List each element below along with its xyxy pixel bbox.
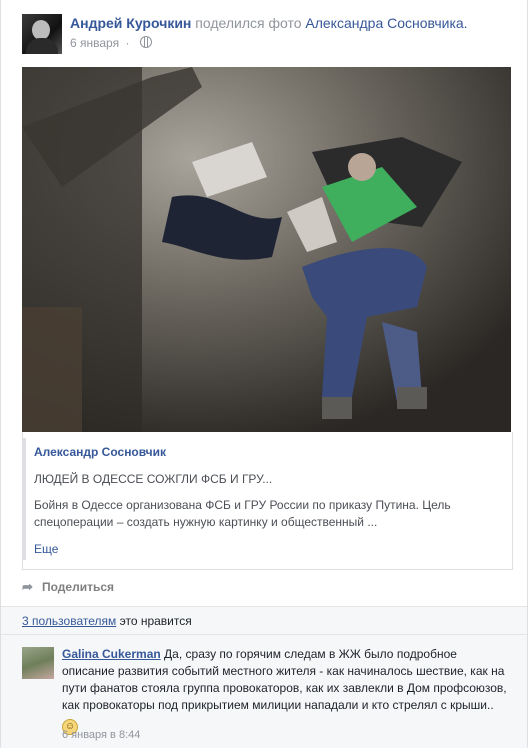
likes-suffix: это нравится xyxy=(119,614,192,628)
likes-summary: 3 пользователям это нравится xyxy=(22,614,192,628)
share-label: Поделиться xyxy=(42,580,115,594)
globe-icon[interactable] xyxy=(139,36,152,48)
post-card: Андрей Курочкин поделился фото Александр… xyxy=(0,0,528,748)
author-link[interactable]: Андрей Курочкин xyxy=(70,15,191,31)
comment-time[interactable]: 6 января в 8:44 xyxy=(62,729,140,741)
attachment-headline: ЛЮДЕЙ В ОДЕССЕ СОЖГЛИ ФСБ И ГРУ... xyxy=(34,472,273,486)
avatar-face xyxy=(32,20,50,40)
meta-separator: · xyxy=(125,36,130,50)
comment: Galina Cukerman Да, сразу по горячим сле… xyxy=(1,634,527,748)
post-photo[interactable] xyxy=(22,67,511,432)
photo-image xyxy=(22,67,511,432)
likes-count-link[interactable]: 3 пользователям xyxy=(22,614,116,628)
post-meta: 6 января · xyxy=(70,36,152,50)
post-title: Андрей Курочкин поделился фото Александр… xyxy=(70,15,468,31)
author-avatar[interactable] xyxy=(22,14,62,54)
avatar-body xyxy=(26,38,58,54)
attachment-text: Бойня в Одессе организована ФСБ и ГРУ Ро… xyxy=(34,498,451,529)
post-action: поделился фото xyxy=(195,15,302,31)
commenter-avatar[interactable] xyxy=(22,647,54,679)
share-arrow-icon: ➦ xyxy=(22,579,33,594)
comment-body: Galina Cukerman Да, сразу по горячим сле… xyxy=(62,646,507,735)
attachment-quote-bar xyxy=(23,438,26,560)
post-date[interactable]: 6 января xyxy=(70,36,119,50)
post-header: Андрей Курочкин поделился фото Александр… xyxy=(22,14,517,56)
likes-bar: 3 пользователям это нравится xyxy=(1,606,527,634)
source-author-link[interactable]: Александра Сосновчика. xyxy=(305,15,467,31)
share-button[interactable]: ➦ Поделиться xyxy=(22,579,114,595)
comment-author[interactable]: Galina Cukerman xyxy=(62,647,161,661)
see-more-link[interactable]: Еще xyxy=(34,542,58,556)
attachment-author[interactable]: Александр Сосновчик xyxy=(34,445,166,459)
link-attachment[interactable]: Александр Сосновчик ЛЮДЕЙ В ОДЕССЕ СОЖГЛ… xyxy=(22,432,513,570)
